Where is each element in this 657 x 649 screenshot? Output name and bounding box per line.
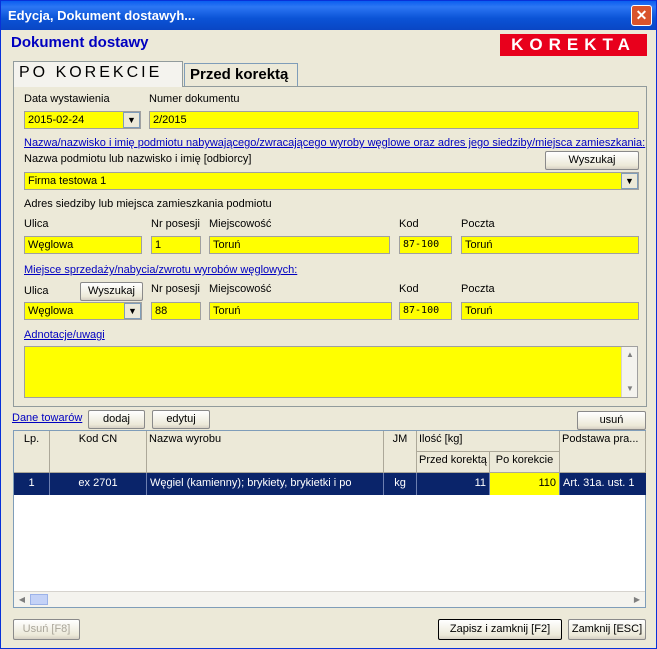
data-wystawienia-label: Data wystawienia	[24, 93, 110, 105]
column-header-kod-cn[interactable]: Kod CN	[50, 431, 147, 473]
scroll-up-icon[interactable]: ▲	[623, 348, 637, 362]
numer-dokumentu-label: Numer dokumentu	[149, 93, 240, 105]
nr-posesji-label: Nr posesji	[151, 218, 200, 230]
window-title: Edycja, Dokument dostawyh...	[8, 8, 196, 23]
chevron-down-icon[interactable]: ▼	[621, 173, 638, 189]
wyszukaj-ulica-button[interactable]: Wyszukaj	[80, 282, 143, 301]
close-icon[interactable]: ✕	[631, 5, 652, 26]
nabywca-link[interactable]: Nazwa/nazwisko i imię podmiotu nabywając…	[24, 137, 645, 149]
scroll-down-icon[interactable]: ▼	[623, 382, 637, 396]
poczta-input[interactable]: Toruń	[461, 236, 639, 254]
scroll-left-icon[interactable]: ◀	[15, 593, 29, 607]
nazwa-podmiotu-value: Firma testowa 1	[28, 175, 107, 187]
kod-input-2[interactable]: 87-100	[399, 302, 452, 320]
dane-towarow-link[interactable]: Dane towarów	[12, 412, 82, 424]
tab-przed-korekta[interactable]: Przed korektą	[184, 63, 298, 87]
miejscowosc-label-2: Miejscowość	[209, 283, 272, 295]
textarea-scrollbar[interactable]: ▲ ▼	[621, 347, 637, 397]
nr-posesji-input-2[interactable]: 88	[151, 302, 201, 320]
cell-lp[interactable]: 1	[14, 473, 50, 495]
chevron-down-icon[interactable]: ▼	[124, 303, 141, 319]
kod-label-2: Kod	[399, 283, 419, 295]
ulica-label: Ulica	[24, 218, 49, 230]
save-and-close-button[interactable]: Zapisz i zamknij [F2]	[438, 619, 562, 640]
usun-button[interactable]: Usuń [F8]	[13, 619, 80, 640]
usun-towar-button[interactable]: usuń	[577, 411, 646, 430]
goods-table[interactable]: Lp. Kod CN Nazwa wyrobu JM Ilość [kg] Pr…	[13, 430, 646, 608]
wyszukaj-odbiorca-button[interactable]: Wyszukaj	[545, 151, 639, 170]
title-bar[interactable]: Edycja, Dokument dostawyh... ✕	[1, 1, 656, 30]
column-header-przed-korekta[interactable]: Przed korektą	[417, 452, 490, 473]
column-header-podstawa[interactable]: Podstawa pra...	[560, 431, 646, 473]
column-header-po-korekcie[interactable]: Po korekcie	[490, 452, 560, 473]
adnotacje-textarea[interactable]: ▲ ▼	[24, 346, 638, 398]
cell-po-korekcie[interactable]: 110	[490, 473, 560, 495]
edit-window: Edycja, Dokument dostawyh... ✕ Dokument …	[0, 0, 657, 649]
cell-przed-korekta[interactable]: 11	[417, 473, 490, 495]
column-header-nazwa[interactable]: Nazwa wyrobu	[147, 431, 384, 473]
page-title: Dokument dostawy	[11, 34, 149, 51]
kod-label: Kod	[399, 218, 419, 230]
nr-posesji-input[interactable]: 1	[151, 236, 201, 254]
scroll-thumb[interactable]	[30, 594, 48, 605]
column-header-ilosc[interactable]: Ilość [kg]	[417, 431, 560, 452]
edytuj-button[interactable]: edytuj	[152, 410, 210, 429]
cell-nazwa[interactable]: Węgiel (kamienny); brykiety, brykietki i…	[147, 473, 384, 495]
chevron-down-icon[interactable]: ▼	[123, 112, 140, 128]
nr-posesji-label-2: Nr posesji	[151, 283, 200, 295]
dodaj-button[interactable]: dodaj	[88, 410, 145, 429]
cell-kod-cn[interactable]: ex 2701	[50, 473, 147, 495]
nazwa-podmiotu-label: Nazwa podmiotu lub nazwisko i imię [odbi…	[24, 153, 252, 165]
miejscowosc-label: Miejscowość	[209, 218, 272, 230]
poczta-label: Poczta	[461, 218, 495, 230]
table-scrollbar[interactable]: ◀ ▶	[14, 591, 645, 607]
ulica-input[interactable]: Węglowa	[24, 236, 142, 254]
nazwa-podmiotu-select[interactable]: Firma testowa 1 ▼	[24, 172, 639, 190]
miejsce-sprzedazy-link[interactable]: Miejsce sprzedaży/nabycia/zwrotu wyrobów…	[24, 264, 297, 276]
scroll-right-icon[interactable]: ▶	[630, 593, 644, 607]
numer-dokumentu-input[interactable]: 2/2015	[149, 111, 639, 129]
miejscowosc-input-2[interactable]: Toruń	[209, 302, 392, 320]
column-header-lp[interactable]: Lp.	[14, 431, 50, 473]
poczta-input-2[interactable]: Toruń	[461, 302, 639, 320]
kod-input[interactable]: 87-100	[399, 236, 452, 254]
date-picker[interactable]: 2015-02-24 ▼	[24, 111, 141, 129]
cell-podstawa[interactable]: Art. 31a. ust. 1	[560, 473, 646, 495]
cell-jm[interactable]: kg	[384, 473, 417, 495]
poczta-label-2: Poczta	[461, 283, 495, 295]
ulica-label-2: Ulica	[24, 285, 49, 297]
ulica-value: Węglowa	[28, 305, 74, 317]
miejscowosc-input[interactable]: Toruń	[209, 236, 390, 254]
tab-po-korekcie[interactable]: PO KOREKCIE	[13, 61, 183, 87]
adnotacje-link[interactable]: Adnotacje/uwagi	[24, 329, 105, 341]
close-button[interactable]: Zamknij [ESC]	[568, 619, 646, 640]
ulica-select[interactable]: Węglowa ▼	[24, 302, 142, 320]
column-header-jm[interactable]: JM	[384, 431, 417, 473]
date-value: 2015-02-24	[28, 114, 85, 126]
adres-label: Adres siedziby lub miejsca zamieszkania …	[24, 198, 272, 210]
korekta-badge: KOREKTA	[500, 34, 647, 56]
